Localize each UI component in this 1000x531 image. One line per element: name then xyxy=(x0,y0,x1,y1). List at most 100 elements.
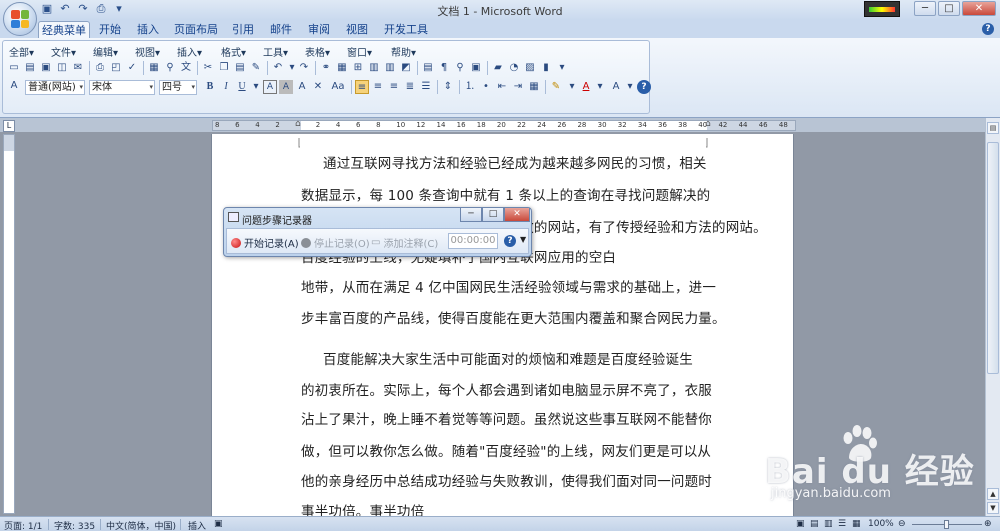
drawing-icon[interactable]: ◩ xyxy=(399,61,413,75)
insert-mode[interactable]: 插入 xyxy=(188,519,206,531)
decrease-indent-icon[interactable]: ⇤ xyxy=(495,80,509,94)
char-shading-icon[interactable]: A xyxy=(279,80,293,94)
page-count[interactable]: 页面: 1/1 xyxy=(4,519,42,531)
tab-view[interactable]: 视图 xyxy=(340,21,374,38)
zoom-out-icon[interactable]: ⊖ xyxy=(898,519,906,529)
align-left-icon[interactable]: ≡ xyxy=(355,80,369,94)
stop-record-button[interactable]: 停止记录(O) xyxy=(301,235,370,250)
ruler-toggle-icon[interactable]: ▤ xyxy=(987,122,999,134)
bold-button[interactable]: B xyxy=(203,80,217,94)
highlight-icon[interactable]: ✎ xyxy=(549,80,563,94)
help-icon[interactable]: ? xyxy=(982,23,994,35)
chart-icon[interactable]: ▮ xyxy=(539,61,553,75)
translate-icon[interactable]: 文 xyxy=(179,61,193,75)
dialog-menu-dropdown-icon[interactable]: ▼ xyxy=(520,235,526,244)
tab-page-layout[interactable]: 页面布局 xyxy=(170,21,222,38)
picture-icon[interactable]: ▨ xyxy=(523,61,537,75)
macro-record-icon[interactable]: ▣ xyxy=(214,519,223,529)
tab-developer[interactable]: 开发工具 xyxy=(380,21,432,38)
font-combo[interactable]: 宋体 ▾ xyxy=(89,79,155,95)
save-icon[interactable]: ▣ xyxy=(39,61,53,75)
document-page[interactable]: 通过互联网寻找方法和经验已经成为越来越多网民的习惯，相关 数据显示，每 100 … xyxy=(211,134,794,524)
dialog-maximize-button[interactable]: □ xyxy=(482,208,504,222)
dialog-help-icon[interactable]: ? xyxy=(504,235,516,247)
tab-review[interactable]: 审阅 xyxy=(302,21,336,38)
menu-window[interactable]: 窗口▾ xyxy=(347,44,372,59)
view-print-layout-icon[interactable]: ▣ xyxy=(796,519,805,529)
reading-mode-icon[interactable]: ▣ xyxy=(469,61,483,75)
print-preview-icon[interactable]: ◰ xyxy=(109,61,123,75)
align-center-icon[interactable]: ≡ xyxy=(371,80,385,94)
font-color-dropdown-icon[interactable]: ▾ xyxy=(593,80,607,94)
numbering-icon[interactable]: ⒈ xyxy=(463,80,477,94)
print-icon[interactable]: ⎙ xyxy=(93,61,107,75)
align-right-icon[interactable]: ≡ xyxy=(387,80,401,94)
tables-borders-icon[interactable]: ▦ xyxy=(335,61,349,75)
steps-recorder-dialog[interactable]: 问题步骤记录器 ─ □ ✕ 开始记录(A) 停止记录(O) ▭ 添加注释(C) … xyxy=(223,207,532,257)
folder-icon[interactable]: ▰ xyxy=(491,61,505,75)
vertical-ruler[interactable] xyxy=(3,134,15,514)
right-indent-marker-icon[interactable]: ⌂ xyxy=(705,119,711,129)
distributed-icon[interactable]: ☰ xyxy=(419,80,433,94)
close-button[interactable]: ✕ xyxy=(962,1,996,16)
new-icon[interactable]: ▭ xyxy=(7,61,21,75)
insert-excel-icon[interactable]: ▥ xyxy=(367,61,381,75)
highlight-dropdown-icon[interactable]: ▾ xyxy=(565,80,579,94)
open-icon[interactable]: ▤ xyxy=(23,61,37,75)
language-indicator[interactable]: 中文(简体，中国) xyxy=(106,519,176,531)
menu-tools[interactable]: 工具▾ xyxy=(263,44,288,59)
menu-file[interactable]: 文件▾ xyxy=(51,44,76,59)
redo-icon[interactable]: ↷ xyxy=(297,61,311,75)
borders-icon[interactable]: ▦ xyxy=(527,80,541,94)
menu-insert[interactable]: 插入▾ xyxy=(177,44,202,59)
italic-button[interactable]: I xyxy=(219,80,233,94)
document-map-icon[interactable]: ▤ xyxy=(421,61,435,75)
view-web-icon[interactable]: ▥ xyxy=(824,519,833,529)
menu-view[interactable]: 视图▾ xyxy=(135,44,160,59)
copy-icon[interactable]: ❐ xyxy=(217,61,231,75)
tab-references[interactable]: 引用 xyxy=(226,21,260,38)
indent-marker-icon[interactable]: ⌂ xyxy=(295,119,301,129)
zoom-in-icon[interactable]: ⊕ xyxy=(984,519,992,529)
line-spacing-icon[interactable]: ⇕ xyxy=(441,80,455,94)
horizontal-ruler[interactable]: 8 6 4 2 2 4 6 8 10 12 14 16 18 20 22 24 26 28 30 32 34 36 38 40… xyxy=(212,119,796,131)
tab-classic-menu[interactable]: 经典菜单 xyxy=(38,21,90,38)
tab-home[interactable]: 开始 xyxy=(92,21,128,38)
bullets-icon[interactable]: • xyxy=(479,80,493,94)
dialog-minimize-button[interactable]: ─ xyxy=(460,208,482,222)
view-full-screen-icon[interactable]: ▤ xyxy=(810,519,819,529)
font-color-button[interactable]: A xyxy=(579,80,593,94)
font-size-combo[interactable]: 四号 ▾ xyxy=(159,79,197,95)
hyperlink-icon[interactable]: ⚭ xyxy=(319,61,333,75)
cut-icon[interactable]: ✂ xyxy=(201,61,215,75)
view-draft-icon[interactable]: ▦ xyxy=(852,519,861,529)
add-comment-button[interactable]: ▭ 添加注释(C) xyxy=(371,235,438,250)
insert-table-icon[interactable]: ⊞ xyxy=(351,61,365,75)
tab-selector[interactable]: L xyxy=(3,120,15,132)
char-style-dropdown-icon[interactable]: ▾ xyxy=(623,80,637,94)
minimize-button[interactable]: ─ xyxy=(914,1,936,16)
menu-table[interactable]: 表格▾ xyxy=(305,44,330,59)
columns-icon[interactable]: ▥ xyxy=(383,61,397,75)
char-scale-icon[interactable]: A xyxy=(295,80,309,94)
styles-pane-icon[interactable]: A xyxy=(7,79,21,93)
smartart-icon[interactable]: ◔ xyxy=(507,61,521,75)
menu-all[interactable]: 全部▾ xyxy=(9,44,34,59)
word-count[interactable]: 字数: 335 xyxy=(54,519,95,531)
office-button[interactable] xyxy=(3,2,37,36)
spelling-icon[interactable]: ✓ xyxy=(125,61,139,75)
view-outline-icon[interactable]: ☰ xyxy=(838,519,846,529)
format-help-icon[interactable]: ? xyxy=(637,80,651,94)
dialog-close-button[interactable]: ✕ xyxy=(504,208,530,222)
start-record-button[interactable]: 开始记录(A) xyxy=(231,235,299,250)
change-case-button[interactable]: Aa xyxy=(327,80,349,94)
underline-button[interactable]: U xyxy=(235,80,249,94)
permission-icon[interactable]: ◫ xyxy=(55,61,69,75)
thesaurus-icon[interactable]: ⚲ xyxy=(163,61,177,75)
menu-format[interactable]: 格式▾ xyxy=(221,44,246,59)
menu-help[interactable]: 帮助▾ xyxy=(391,44,416,59)
research-icon[interactable]: ▦ xyxy=(147,61,161,75)
tab-insert[interactable]: 插入 xyxy=(130,21,166,38)
format-painter-icon[interactable]: ✎ xyxy=(249,61,263,75)
zoom-slider-thumb[interactable] xyxy=(944,520,949,529)
